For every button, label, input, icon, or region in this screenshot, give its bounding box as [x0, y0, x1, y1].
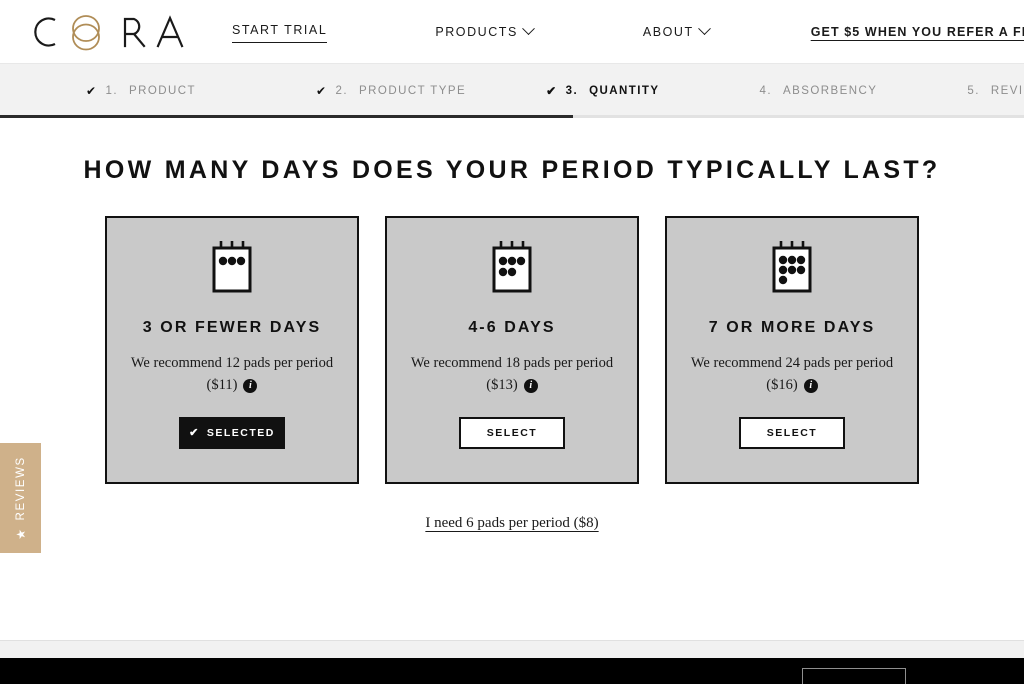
option-card-7-or-more-days[interactable]: 7 OR MORE DAYS We recommend 24 pads per …	[665, 216, 919, 484]
select-button-label: SELECTED	[206, 427, 275, 440]
next-button[interactable]: NEXT	[802, 668, 906, 684]
checkout-footer: PREVIOUS NEXT	[0, 658, 1024, 684]
nav-item-products[interactable]: PRODUCTS	[435, 22, 535, 39]
checkout-step-bar: ✔ 1. PRODUCT ✔ 2. PRODUCT TYPE ✔ 3. QUAN…	[0, 64, 1024, 118]
check-icon: ✔	[546, 84, 558, 98]
nav-item-about[interactable]: ABOUT	[642, 22, 711, 39]
select-button-label: SELECT	[766, 427, 818, 440]
nav-item-refer-a-friend[interactable]: GET $5 WHEN YOU REFER A FRIEND	[811, 25, 1024, 39]
step-label-absorbency: ABSORBENCY	[783, 85, 878, 97]
step-list: ✔ 1. PRODUCT ✔ 2. PRODUCT TYPE ✔ 3. QUAN…	[0, 85, 1024, 97]
step-number-5: 5.	[967, 85, 980, 97]
card-price-row: ($13) i	[411, 375, 613, 396]
card-price: ($13)	[486, 377, 518, 394]
reviews-tab[interactable]: ★ REVIEWS	[0, 443, 41, 553]
calendar-icon	[488, 239, 536, 297]
select-button-3-or-fewer-days[interactable]: ✔ SELECTED	[179, 417, 285, 450]
step-item-review[interactable]: 5. REVIEW	[967, 85, 1024, 97]
step-number-1: 1.	[105, 85, 119, 97]
card-title: 4-6 DAYS	[468, 319, 556, 336]
card-price: ($16)	[766, 377, 798, 394]
check-icon: ✔	[316, 84, 328, 98]
card-description: We recommend 12 pads per period ($11) i	[131, 353, 333, 396]
card-price-row: ($16) i	[691, 375, 893, 396]
progress-fill	[0, 115, 574, 118]
card-recommendation: We recommend 24 pads per period	[690, 355, 894, 371]
step-number-2: 2.	[335, 85, 349, 97]
step-label-review: REVIEW	[990, 85, 1024, 97]
chevron-down-icon	[522, 22, 535, 36]
step-label-quantity: QUANTITY	[589, 85, 660, 97]
check-icon: ✔	[86, 84, 98, 98]
page-root: START TRIAL PRODUCTS ABOUT GET $5 WHEN Y…	[0, 0, 1024, 684]
info-icon[interactable]: i	[243, 378, 258, 393]
page-title: HOW MANY DAYS DOES YOUR PERIOD TYPICALLY…	[83, 156, 941, 184]
cora-logo[interactable]	[24, 10, 186, 54]
select-button-7-or-more-days[interactable]: SELECT	[739, 417, 845, 450]
quantity-options: 3 OR FEWER DAYS We recommend 12 pads per…	[0, 216, 1024, 484]
chevron-down-icon	[697, 22, 711, 36]
reviews-tab-inner: ★ REVIEWS	[13, 456, 28, 540]
nav-label-refer: GET $5 WHEN YOU REFER A FRIEND	[810, 24, 1024, 39]
option-card-3-or-fewer-days[interactable]: 3 OR FEWER DAYS We recommend 12 pads per…	[105, 216, 359, 484]
card-description: We recommend 18 pads per period ($13) i	[411, 353, 613, 396]
progress-track	[0, 115, 1024, 118]
step-item-product[interactable]: ✔ 1. PRODUCT	[86, 85, 196, 97]
card-title: 3 OR FEWER DAYS	[142, 319, 322, 336]
step-item-product-type[interactable]: ✔ 2. PRODUCT TYPE	[316, 85, 466, 97]
check-icon: ✔	[189, 426, 200, 439]
site-header: START TRIAL PRODUCTS ABOUT GET $5 WHEN Y…	[0, 0, 1024, 64]
footer-divider	[0, 640, 1024, 658]
select-button-label: SELECT	[486, 427, 538, 440]
alternate-quantity-link[interactable]: I need 6 pads per period ($8)	[425, 515, 598, 532]
step-label-product: PRODUCT	[129, 85, 197, 97]
step-number-4: 4.	[759, 85, 773, 97]
card-recommendation: We recommend 12 pads per period	[130, 355, 334, 371]
card-recommendation: We recommend 18 pads per period	[410, 355, 614, 371]
step-item-quantity[interactable]: ✔ 3. QUANTITY	[546, 85, 659, 97]
card-description: We recommend 24 pads per period ($16) i	[691, 353, 893, 396]
nav-label-products: PRODUCTS	[435, 24, 518, 39]
star-icon: ★	[13, 527, 28, 540]
nav-label-start-trial: START TRIAL	[232, 23, 328, 37]
calendar-icon	[768, 239, 816, 297]
info-icon[interactable]: i	[803, 378, 818, 393]
card-price: ($11)	[206, 377, 238, 394]
nav-item-start-trial[interactable]: START TRIAL	[232, 23, 328, 43]
card-price-row: ($11) i	[131, 375, 333, 396]
main-content: HOW MANY DAYS DOES YOUR PERIOD TYPICALLY…	[0, 156, 1024, 640]
step-number-3: 3.	[565, 85, 579, 97]
step-label-product-type: PRODUCT TYPE	[359, 85, 467, 97]
card-title: 7 OR MORE DAYS	[708, 319, 876, 336]
select-button-4-6-days[interactable]: SELECT	[459, 417, 565, 450]
calendar-icon	[208, 239, 256, 297]
step-item-absorbency[interactable]: 4. ABSORBENCY	[760, 85, 878, 97]
info-icon[interactable]: i	[523, 378, 538, 393]
nav-label-about: ABOUT	[642, 24, 694, 39]
alt-link-wrapper: I need 6 pads per period ($8)	[0, 515, 1024, 532]
main-navigation: START TRIAL PRODUCTS ABOUT GET $5 WHEN Y…	[232, 0, 1024, 63]
reviews-tab-label: REVIEWS	[14, 456, 27, 521]
option-card-4-6-days[interactable]: 4-6 DAYS We recommend 18 pads per period…	[385, 216, 639, 484]
